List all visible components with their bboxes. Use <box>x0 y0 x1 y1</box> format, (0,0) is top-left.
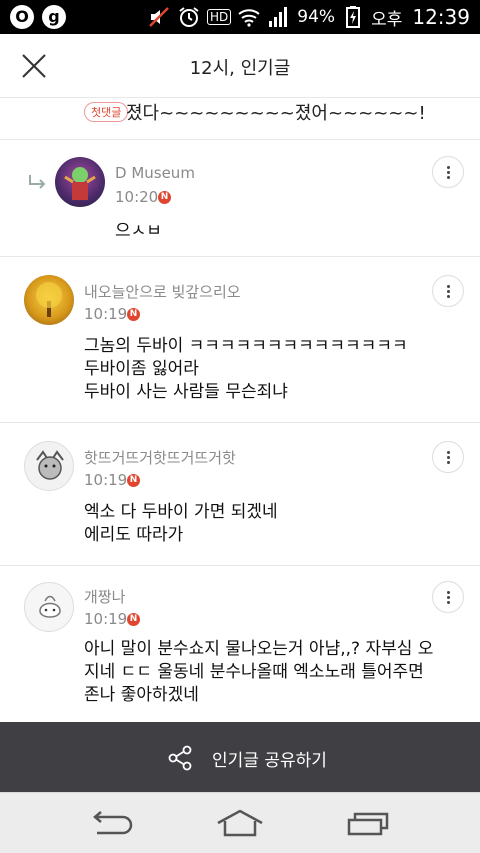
first-comment-row: 첫댓글 졌다~~~~~~~~~졌어~~~~~~! <box>0 98 480 140</box>
dot <box>447 285 450 288</box>
reply-arrow-icon <box>29 175 46 189</box>
recent-apps-icon[interactable] <box>345 809 395 839</box>
dot <box>447 591 450 594</box>
avatar[interactable] <box>55 157 105 207</box>
app-header: 12시, 인기글 <box>0 34 480 98</box>
comment-item: D Museum 10:20 N 으ㅅㅂ <box>0 140 480 257</box>
new-badge: N <box>127 613 140 626</box>
avatar-image <box>64 167 96 200</box>
comment-time: 10:19 <box>84 305 128 323</box>
status-app-icons: O g <box>10 5 66 29</box>
mute-icon <box>149 7 169 27</box>
comment-body: 그놈의 두바이 ㅋㅋㅋㅋㅋㅋㅋㅋㅋㅋㅋㅋㅋㅋ 두바이좀 잃어라 두바이 사는 사… <box>84 336 408 402</box>
more-options-button[interactable] <box>432 581 464 613</box>
status-indicators: HD 94% 오후 12:39 <box>147 3 470 31</box>
comment-time: 10:19 <box>84 610 128 628</box>
hd-icon: HD <box>207 9 232 25</box>
battery-charging-icon <box>346 6 361 28</box>
comment-body: 으ㅅㅂ <box>115 221 162 241</box>
signal-icon <box>269 7 288 27</box>
dot <box>447 176 450 179</box>
ampm-label: 오후 <box>371 9 403 30</box>
app-o-icon: O <box>10 5 34 29</box>
share-icon <box>168 745 192 771</box>
avatar[interactable] <box>24 582 74 632</box>
more-options-button[interactable] <box>432 441 464 473</box>
new-badge: N <box>127 474 140 487</box>
android-nav-bar <box>0 792 480 853</box>
author-name[interactable]: 내오늘안으로 빚갚으리오 <box>84 281 241 302</box>
back-icon[interactable] <box>85 809 135 839</box>
author-name[interactable]: 개짱나 <box>84 586 125 607</box>
dot <box>447 461 450 464</box>
dot <box>447 290 450 293</box>
new-badge: N <box>127 308 140 321</box>
comment-time: 10:19 <box>84 471 128 489</box>
alarm-icon <box>179 7 199 27</box>
share-bar[interactable]: 인기글 공유하기 <box>0 722 480 792</box>
avatar[interactable] <box>24 441 74 491</box>
comment-item: 핫뜨거뜨거핫뜨거뜨거핫 10:19 N 엑소 다 두바이 가면 되겠네 에리도 … <box>0 423 480 566</box>
dot <box>447 295 450 298</box>
comment-item: 개짱나 10:19 N 아니 말이 분수쇼지 물나오는거 아냠,,? 자부심 오… <box>0 566 480 722</box>
dot <box>447 451 450 454</box>
avatar-image <box>36 282 62 317</box>
clock: 12:39 <box>412 5 470 29</box>
app-g-icon: g <box>42 5 66 29</box>
author-name[interactable]: D Museum <box>115 164 195 182</box>
more-options-button[interactable] <box>432 275 464 307</box>
author-name[interactable]: 핫뜨거뜨거핫뜨거뜨거핫 <box>84 447 236 468</box>
share-button-label[interactable]: 인기글 공유하기 <box>212 746 327 771</box>
dot <box>447 596 450 599</box>
battery-percent: 94% <box>297 7 336 27</box>
home-icon[interactable] <box>215 809 265 839</box>
page-title: 12시, 인기글 <box>189 58 291 79</box>
status-bar: O g HD 94% 오후 12:39 <box>0 0 480 34</box>
comment-list[interactable]: 첫댓글 졌다~~~~~~~~~졌어~~~~~~! D Museum 10:20 … <box>0 98 480 722</box>
first-comment-text: 졌다~~~~~~~~~졌어~~~~~~! <box>126 103 426 124</box>
new-badge: N <box>158 191 171 204</box>
dot <box>447 456 450 459</box>
comment-body: 엑소 다 두바이 가면 되겠네 에리도 따라가 <box>84 502 278 545</box>
more-options-button[interactable] <box>432 156 464 188</box>
dot <box>447 601 450 604</box>
dot <box>447 171 450 174</box>
comment-body: 아니 말이 분수쇼지 물나오는거 아냠,,? 자부심 오 지네 ㄷㄷ 울동네 분… <box>84 639 434 705</box>
wifi-icon <box>238 9 260 27</box>
avatar[interactable] <box>24 275 74 325</box>
comment-item: 내오늘안으로 빚갚으리오 10:19 N 그놈의 두바이 ㅋㅋㅋㅋㅋㅋㅋㅋㅋㅋㅋ… <box>0 257 480 423</box>
first-comment-badge: 첫댓글 <box>84 102 129 122</box>
dot <box>447 166 450 169</box>
avatar-image <box>36 450 64 480</box>
avatar-image <box>39 595 61 618</box>
comment-time: 10:20 <box>115 188 159 206</box>
